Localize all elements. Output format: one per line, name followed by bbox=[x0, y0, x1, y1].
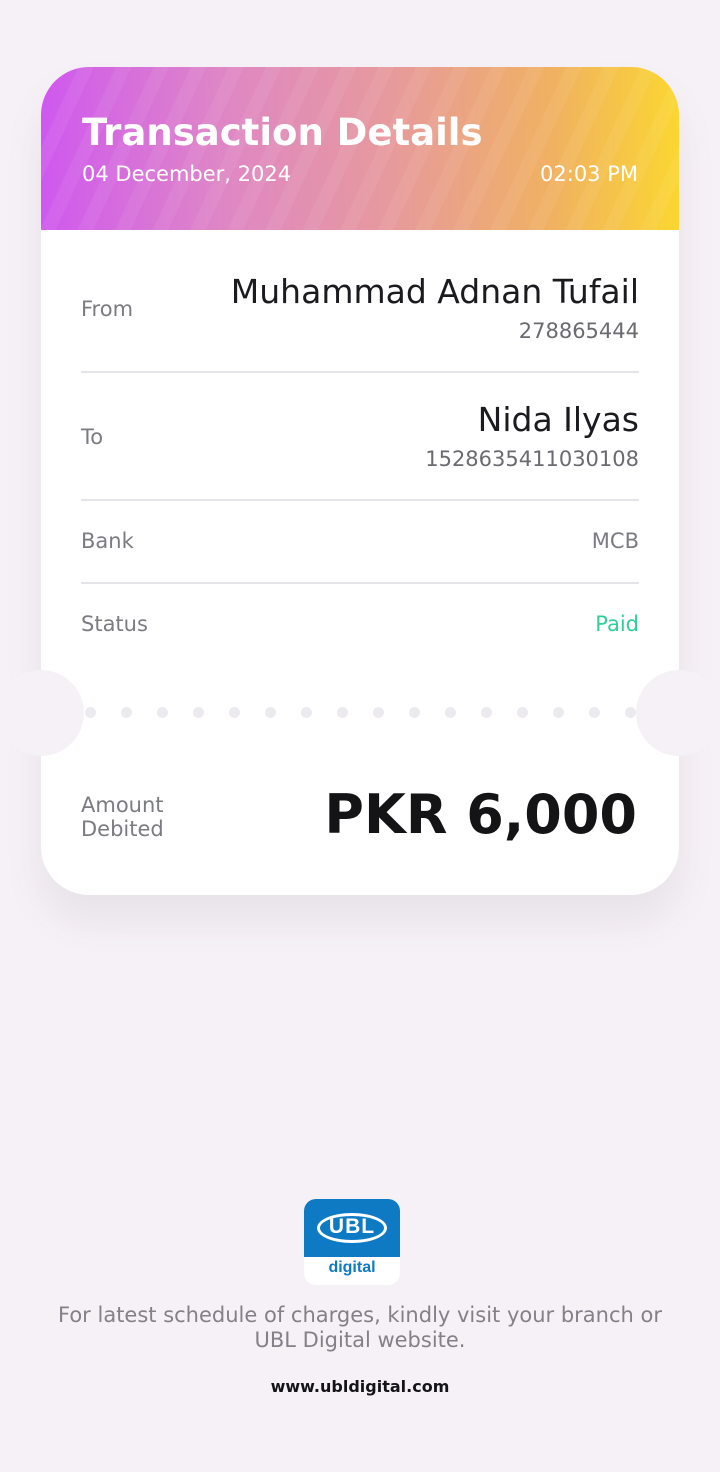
perforation-dot bbox=[445, 707, 456, 718]
logo-wordmark: UBL bbox=[328, 1215, 376, 1238]
bank-row: Bank MCB bbox=[81, 527, 639, 557]
divider bbox=[81, 499, 639, 501]
perforation-dot bbox=[625, 707, 636, 718]
perforation-dot bbox=[157, 707, 168, 718]
amount-debited-label: Amount Debited bbox=[81, 793, 164, 841]
ticket-notch-left bbox=[0, 670, 84, 756]
to-label: To bbox=[81, 425, 104, 449]
sender-account-number: 278865444 bbox=[518, 319, 639, 343]
from-label: From bbox=[81, 297, 134, 321]
to-row: To Nida Ilyas 1528635411030108 bbox=[81, 395, 639, 475]
ticket-notch-right bbox=[636, 670, 720, 756]
perforation-dot bbox=[517, 707, 528, 718]
perforation-line bbox=[85, 707, 636, 719]
page-title: Transaction Details bbox=[82, 111, 483, 154]
amount-debited-value: PKR 6,000 bbox=[324, 783, 637, 846]
bank-value: MCB bbox=[591, 529, 639, 553]
from-row: From Muhammad Adnan Tufail 278865444 bbox=[81, 267, 639, 347]
recipient-account-number: 1528635411030108 bbox=[425, 447, 639, 471]
charges-note: For latest schedule of charges, kindly v… bbox=[58, 1303, 662, 1352]
perforation-dot bbox=[553, 707, 564, 718]
perforation-dot bbox=[589, 707, 600, 718]
perforation-dot bbox=[265, 707, 276, 718]
perforation-dot bbox=[373, 707, 384, 718]
receipt-header: Transaction Details 04 December, 2024 02… bbox=[41, 67, 679, 230]
perforation-dot bbox=[193, 707, 204, 718]
ubl-digital-logo: UBL digital bbox=[304, 1199, 400, 1285]
transaction-time: 02:03 PM bbox=[540, 162, 638, 186]
perforation-dot bbox=[301, 707, 312, 718]
perforation-dot bbox=[121, 707, 132, 718]
sender-name: Muhammad Adnan Tufail bbox=[230, 272, 639, 311]
divider bbox=[81, 371, 639, 373]
perforation-dot bbox=[409, 707, 420, 718]
transaction-date: 04 December, 2024 bbox=[82, 162, 292, 186]
recipient-name: Nida Ilyas bbox=[477, 400, 639, 439]
status-row: Status Paid bbox=[81, 610, 639, 640]
perforation-dot bbox=[481, 707, 492, 718]
website-link[interactable]: www.ubldigital.com bbox=[0, 1377, 720, 1396]
bank-label: Bank bbox=[81, 529, 134, 553]
divider bbox=[81, 582, 639, 584]
status-label: Status bbox=[81, 612, 148, 636]
perforation-dot bbox=[337, 707, 348, 718]
logo-subtext: digital bbox=[328, 1259, 376, 1276]
status-badge: Paid bbox=[595, 612, 639, 636]
perforation-dot bbox=[229, 707, 240, 718]
perforation-dot bbox=[85, 707, 96, 718]
transaction-receipt-card: Transaction Details 04 December, 2024 02… bbox=[0, 67, 720, 895]
